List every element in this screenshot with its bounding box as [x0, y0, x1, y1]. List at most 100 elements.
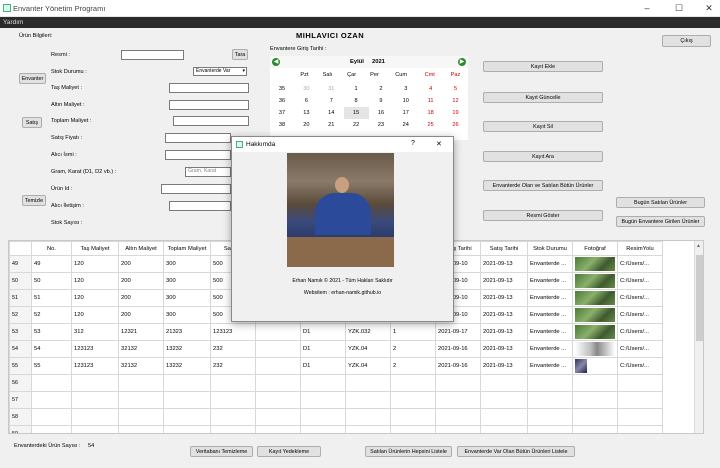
table-cell[interactable] — [435, 374, 481, 392]
calendar[interactable]: ◀ Eylül 2021 ▶ Pzt Salı Çar Per Cum Cmt … — [270, 56, 468, 140]
calendar-day[interactable]: 7 — [319, 95, 344, 107]
table-cell[interactable] — [31, 408, 72, 426]
calendar-day[interactable]: 26 — [443, 119, 468, 131]
table-cell[interactable] — [527, 408, 573, 426]
table-cell[interactable]: Envanterde ... — [527, 323, 573, 341]
resim-input[interactable] — [121, 50, 184, 60]
table-cell[interactable] — [300, 374, 346, 392]
table-row[interactable]: 57 — [9, 391, 663, 409]
table-cell[interactable] — [255, 323, 301, 341]
table-cell[interactable] — [163, 391, 211, 409]
column-header[interactable]: ResimYolu — [617, 241, 663, 256]
table-cell[interactable] — [617, 425, 663, 433]
row-number[interactable]: 53 — [9, 323, 32, 341]
calendar-month[interactable]: Eylül — [350, 59, 364, 65]
calendar-day[interactable]: 10 — [393, 95, 418, 107]
table-cell[interactable]: 13232 — [163, 357, 211, 375]
table-cell[interactable] — [71, 391, 119, 409]
photo-cell[interactable] — [572, 323, 618, 341]
table-cell[interactable] — [31, 391, 72, 409]
row-number[interactable]: 51 — [9, 289, 32, 307]
table-cell[interactable] — [390, 374, 436, 392]
table-row[interactable]: 53 53 312 12321 21323 123123 D1 YZK.032 1 2021-09… — [9, 323, 663, 341]
table-cell[interactable] — [617, 374, 663, 392]
table-cell[interactable] — [480, 408, 528, 426]
table-cell[interactable]: 12321 — [118, 323, 164, 341]
table-cell[interactable] — [71, 425, 119, 433]
row-number[interactable]: 56 — [9, 374, 32, 392]
calendar-day[interactable]: 24 — [393, 119, 418, 131]
alici-iletisim-input[interactable] — [169, 201, 231, 211]
table-cell[interactable]: 32132 — [118, 357, 164, 375]
table-cell[interactable] — [163, 374, 211, 392]
column-header[interactable]: Fotoğraf — [572, 241, 618, 256]
row-number[interactable]: 54 — [9, 340, 32, 358]
envanterde-var-hepsi-button[interactable]: Envanterde Var Olan Bütün Ürünleri Liste… — [457, 446, 575, 457]
table-cell[interactable]: Envanterde ... — [527, 340, 573, 358]
table-cell[interactable] — [480, 374, 528, 392]
table-cell[interactable] — [527, 425, 573, 433]
table-cell[interactable]: 51 — [31, 289, 72, 307]
table-cell[interactable]: YZK.04 — [345, 340, 391, 358]
envanter-button[interactable]: Envanter — [19, 73, 46, 84]
calendar-prev-icon[interactable]: ◀ — [272, 58, 280, 66]
satis-fiyati-input[interactable] — [165, 133, 231, 143]
table-cell[interactable]: 49 — [31, 255, 72, 273]
table-scrollbar[interactable]: ▲ — [694, 241, 703, 433]
table-cell[interactable] — [345, 408, 391, 426]
table-cell[interactable]: YZK.04 — [345, 357, 391, 375]
table-cell[interactable] — [255, 357, 301, 375]
help-icon[interactable]: ? — [411, 140, 415, 147]
kayit-sil-button[interactable]: Kayıt Sil — [483, 121, 603, 132]
table-cell[interactable] — [163, 425, 211, 433]
row-number[interactable]: 58 — [9, 408, 32, 426]
column-header[interactable]: No. — [31, 241, 72, 256]
table-cell[interactable]: 1 — [390, 323, 436, 341]
calendar-day[interactable]: 1 — [344, 83, 369, 95]
table-cell[interactable] — [390, 391, 436, 409]
calendar-day[interactable]: 22 — [344, 119, 369, 131]
calendar-day[interactable]: 17 — [393, 107, 418, 119]
table-cell[interactable] — [210, 374, 256, 392]
table-cell[interactable]: 55 — [31, 357, 72, 375]
table-row[interactable]: 59 — [9, 425, 663, 433]
table-cell[interactable]: 120 — [71, 289, 119, 307]
scrollbar-thumb[interactable] — [696, 255, 703, 341]
dialog-close-icon[interactable]: ✕ — [436, 140, 442, 148]
row-number[interactable]: 59 — [9, 425, 32, 433]
photo-cell[interactable] — [572, 425, 618, 433]
table-cell[interactable]: 54 — [31, 340, 72, 358]
table-cell[interactable]: Envanterde ... — [527, 306, 573, 324]
table-cell[interactable]: 32132 — [118, 340, 164, 358]
stok-durumu-select[interactable]: Envanterde Var ▾ — [193, 67, 247, 76]
altin-maliyet-input[interactable] — [169, 100, 249, 110]
table-cell[interactable]: Envanterde ... — [527, 255, 573, 273]
table-cell[interactable] — [390, 408, 436, 426]
table-cell[interactable]: 312 — [71, 323, 119, 341]
scroll-up-icon[interactable]: ▲ — [696, 243, 701, 249]
veritabani-temizleme-button[interactable]: Veritabanı Temizleme — [190, 446, 253, 457]
temizle-button[interactable]: Temizle — [22, 195, 46, 206]
calendar-day[interactable]: 18 — [418, 107, 443, 119]
table-cell[interactable]: 123123 — [210, 323, 256, 341]
table-cell[interactable]: 52 — [31, 306, 72, 324]
resmi-goster-button[interactable]: Resmi Göster — [483, 210, 603, 221]
row-number[interactable]: 52 — [9, 306, 32, 324]
row-number[interactable]: 55 — [9, 357, 32, 375]
table-cell[interactable] — [300, 408, 346, 426]
table-cell[interactable] — [345, 425, 391, 433]
satilan-hepsi-button[interactable]: Satılan Ürünlerin Hepsini Listele — [365, 446, 452, 457]
calendar-day[interactable]: 8 — [344, 95, 369, 107]
table-cell[interactable] — [255, 340, 301, 358]
calendar-day[interactable]: 14 — [319, 107, 344, 119]
table-cell[interactable]: D1 — [300, 323, 346, 341]
table-cell[interactable]: 2021-09-13 — [480, 340, 528, 358]
table-cell[interactable] — [210, 425, 256, 433]
table-cell[interactable] — [435, 425, 481, 433]
calendar-year[interactable]: 2021 — [372, 59, 385, 65]
table-cell[interactable]: 300 — [163, 255, 211, 273]
table-cell[interactable] — [255, 425, 301, 433]
table-cell[interactable]: 300 — [163, 272, 211, 290]
close-icon[interactable]: ✕ — [703, 3, 715, 13]
calendar-day[interactable]: 16 — [369, 107, 394, 119]
